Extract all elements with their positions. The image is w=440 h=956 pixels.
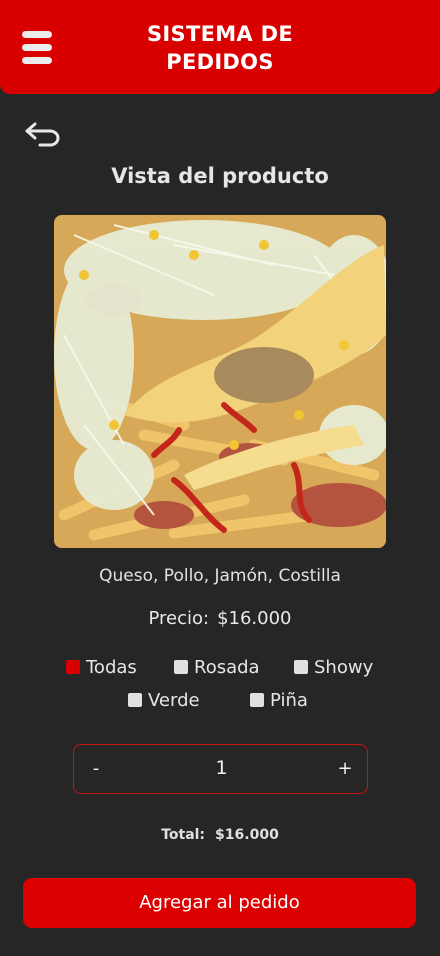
sauce-option-label: Verde bbox=[148, 689, 200, 711]
sauce-option-pina[interactable]: Piña bbox=[250, 688, 308, 712]
app-screen: SISTEMA DE PEDIDOS Vista del producto Qu… bbox=[0, 0, 440, 956]
menu-bar bbox=[22, 31, 52, 38]
app-title-line-1: SISTEMA DE bbox=[147, 22, 293, 46]
total-label: Total: bbox=[161, 827, 206, 843]
increase-quantity-button[interactable]: + bbox=[323, 745, 367, 792]
menu-bar bbox=[22, 44, 52, 51]
hamburger-menu-icon[interactable] bbox=[22, 31, 52, 65]
add-to-order-button[interactable]: Agregar al pedido bbox=[23, 878, 416, 928]
decrease-quantity-button[interactable]: - bbox=[74, 745, 118, 792]
price-label: Precio: bbox=[148, 608, 210, 629]
checkbox-unchecked-icon[interactable] bbox=[128, 693, 142, 707]
checkbox-unchecked-icon[interactable] bbox=[174, 660, 188, 674]
quantity-stepper: - 1 + bbox=[73, 744, 368, 794]
app-title-line-2: PEDIDOS bbox=[166, 50, 274, 74]
price-value: $16.000 bbox=[217, 608, 292, 629]
sauce-option-todas[interactable]: Todas bbox=[66, 655, 137, 679]
page-title: Vista del producto bbox=[111, 164, 329, 188]
checkbox-checked-icon[interactable] bbox=[66, 660, 80, 674]
checkbox-unchecked-icon[interactable] bbox=[250, 693, 264, 707]
checkbox-unchecked-icon[interactable] bbox=[294, 660, 308, 674]
sauce-option-rosada[interactable]: Rosada bbox=[174, 655, 260, 679]
app-header: SISTEMA DE PEDIDOS bbox=[0, 0, 440, 94]
app-title: SISTEMA DE PEDIDOS bbox=[120, 20, 320, 76]
price-row: Precio: $16.000 bbox=[0, 608, 440, 629]
sauce-option-label: Showy bbox=[314, 656, 374, 678]
total-row: Total: $16.000 bbox=[0, 827, 440, 843]
sauce-option-verde[interactable]: Verde bbox=[128, 688, 200, 712]
total-value: $16.000 bbox=[215, 827, 279, 843]
back-arrow-icon[interactable] bbox=[24, 120, 62, 150]
sauce-option-label: Rosada bbox=[194, 656, 260, 678]
menu-bar bbox=[22, 57, 52, 64]
sauce-option-label: Piña bbox=[270, 689, 308, 711]
sauce-option-showy[interactable]: Showy bbox=[294, 655, 373, 679]
quantity-value: 1 bbox=[215, 757, 228, 779]
product-ingredients: Queso, Pollo, Jamón, Costilla bbox=[99, 566, 341, 586]
sauce-option-label: Todas bbox=[86, 656, 137, 678]
product-image bbox=[54, 215, 386, 548]
